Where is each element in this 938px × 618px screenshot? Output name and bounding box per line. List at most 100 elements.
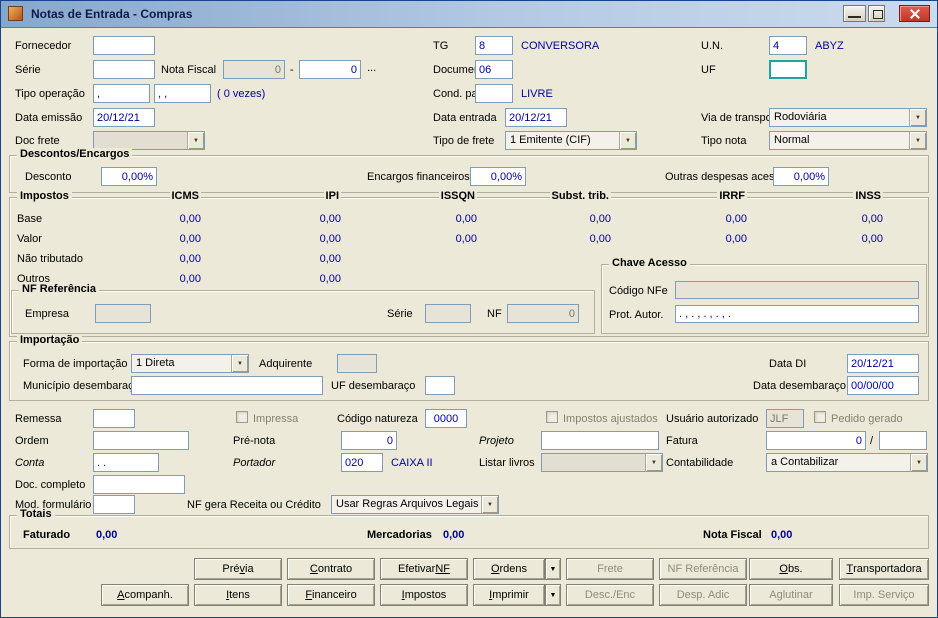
chevron-down-icon: ▼ [187,132,204,149]
tipo-nota-combo[interactable]: Normal ▼ [769,131,927,150]
nf-gera-label: NF gera Receita ou Crédito [187,499,321,511]
documento-input[interactable] [475,60,513,79]
fatura-input-1[interactable] [766,431,866,450]
impostos-button[interactable]: Impostos [380,584,468,606]
fornecedor-input[interactable] [93,36,155,55]
fatura-input-2[interactable] [879,431,927,450]
cond-pag-input[interactable] [475,84,513,103]
pre-nota-input[interactable] [341,431,397,450]
nota-fiscal-total-label: Nota Fiscal [703,529,762,541]
un-input[interactable] [769,36,807,55]
pedido-gerado-checkbox [814,411,826,423]
nfref-serie-label: Série [387,308,413,320]
nfref-empresa-label: Empresa [25,308,69,320]
close-button[interactable] [899,5,930,22]
contrato-button[interactable]: Contrato [287,558,375,580]
encargos-input[interactable] [470,167,526,186]
conta-input[interactable] [93,453,159,472]
ordem-input[interactable] [93,431,189,450]
nota-fiscal-input-2[interactable] [299,60,361,79]
window: Notas de Entrada - Compras Fornecedor TG… [0,0,938,618]
fornecedor-label: Fornecedor [15,40,71,52]
nota-fiscal-input-1 [223,60,285,79]
un-label: U.N. [701,40,723,52]
base-icms: 0,00 [180,213,201,225]
tipo-frete-combo[interactable]: 1 Emitente (CIF) ▼ [505,131,637,150]
restore-icon [873,10,883,19]
nota-fiscal-more-button[interactable]: ... [367,62,376,74]
mod-formulario-input[interactable] [93,495,135,514]
transportadora-button[interactable]: Transportadora [839,558,929,580]
tipo-operacao-input-1[interactable] [93,84,150,103]
impostos-ajustados-label: Impostos ajustados [563,413,658,425]
forma-importacao-label: Forma de importação [23,358,128,370]
doc-frete-label: Doc frete [15,135,60,147]
remessa-input[interactable] [93,409,135,428]
data-di-input[interactable] [847,354,919,373]
efetivar-nf-button[interactable]: Efetivar NF [380,558,468,580]
data-desembaraco-input[interactable] [847,376,919,395]
desconto-input[interactable] [101,167,157,186]
mercadorias-value: 0,00 [443,529,464,541]
doc-completo-input[interactable] [93,475,185,494]
imprimir-menu-button[interactable]: ▼ [545,584,561,606]
fatura-separator: / [870,435,873,447]
serie-input[interactable] [93,60,155,79]
chevron-down-icon: ▼ [231,355,248,372]
ordens-button[interactable]: Ordens [473,558,545,580]
ordem-label: Ordem [15,435,49,447]
valor-subst: 0,00 [590,233,611,245]
uf-input[interactable] [769,60,807,79]
frete-button: Frete [566,558,654,580]
nf-gera-combo[interactable]: Usar Regras Arquivos Legais ▼ [331,495,499,514]
desp-adic-button: Desp. Adic [659,584,747,606]
listar-livros-label: Listar livros [479,457,535,469]
tipo-frete-value: 1 Emitente (CIF) [510,134,591,146]
minimize-button[interactable] [843,5,866,22]
tg-label: TG [433,40,448,52]
obs-button[interactable]: Obs. [749,558,833,580]
uf-label: UF [701,64,716,76]
column-header-subst-trib: Subst. trib. [550,190,611,202]
financeiro-button[interactable]: Financeiro [287,584,375,606]
tipo-nota-value: Normal [774,134,809,146]
municipio-desembaraco-input[interactable] [131,376,323,395]
previa-button[interactable]: Prévia [194,558,282,580]
portador-input[interactable] [341,453,383,472]
imprimir-button[interactable]: Imprimir [473,584,545,606]
window-title: Notas de Entrada - Compras [31,7,192,21]
forma-importacao-combo[interactable]: 1 Direta ▼ [131,354,249,373]
acompanh-button[interactable]: Acompanh. [101,584,189,606]
tipo-operacao-input-2[interactable] [154,84,211,103]
nf-gera-value: Usar Regras Arquivos Legais [336,498,478,510]
itens-button[interactable]: Itens [194,584,282,606]
column-header-issqn: ISSQN [439,190,477,202]
chevron-down-icon: ▼ [910,454,927,471]
nfref-serie-input [425,304,471,323]
ordens-menu-button[interactable]: ▼ [545,558,561,580]
uf-desembaraco-input[interactable] [425,376,455,395]
row-label-nao-tributado: Não tributado [17,253,83,265]
outras-despesas-input[interactable] [773,167,829,186]
projeto-input[interactable] [541,431,659,450]
desconto-label: Desconto [25,171,71,183]
data-emissao-input[interactable] [93,108,155,127]
prot-autor-input[interactable] [675,305,919,323]
nfref-nf-label: NF [487,308,502,320]
conta-label: Conta [15,457,44,469]
contabilidade-value: a Contabilizar [771,456,838,468]
tg-input[interactable] [475,36,513,55]
contabilidade-combo[interactable]: a Contabilizar ▼ [766,453,928,472]
nao-tributado-icms: 0,00 [180,253,201,265]
via-transporte-combo[interactable]: Rodoviária ▼ [769,108,927,127]
impressa-label: Impressa [253,413,298,425]
base-irrf: 0,00 [726,213,747,225]
portador-description: CAIXA II [391,457,433,469]
row-label-base: Base [17,213,42,225]
restore-button[interactable] [868,5,885,22]
importacao-title: Importação [17,334,82,346]
nf-referencia-title: NF Referência [19,283,99,295]
data-entrada-input[interactable] [505,108,567,127]
codigo-natureza-input[interactable] [425,409,467,428]
cond-pag-description: LIVRE [521,88,553,100]
